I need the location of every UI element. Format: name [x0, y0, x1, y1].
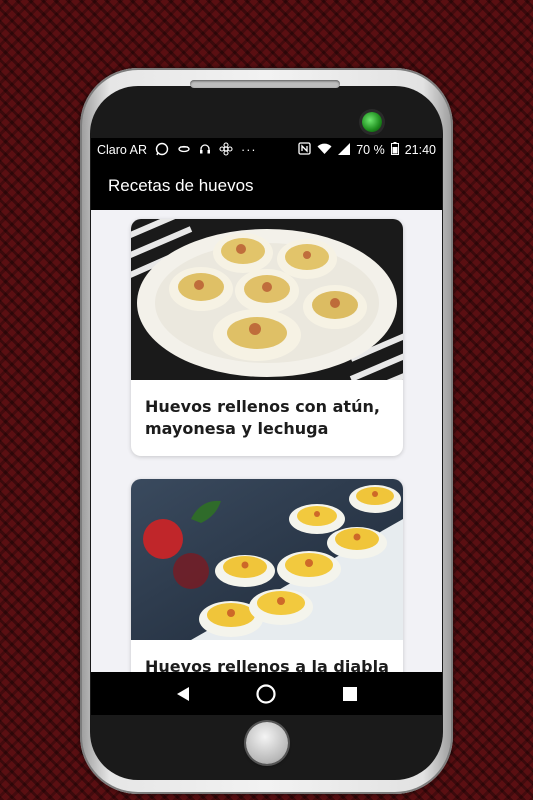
- recipe-card-2[interactable]: Huevos rellenos a la diabla: [131, 479, 403, 672]
- wifi-icon: [317, 143, 332, 158]
- recents-button[interactable]: [330, 674, 370, 714]
- more-icon: ···: [241, 143, 257, 157]
- physical-home-button[interactable]: [246, 722, 288, 764]
- recipe-card-1[interactable]: Huevos rellenos con atún, mayonesa y lec…: [131, 219, 403, 456]
- recents-icon: [343, 686, 358, 701]
- status-bar: Claro AR ··· 70 % 21:40: [91, 138, 442, 162]
- nfc-icon: [298, 142, 311, 158]
- home-nav-button[interactable]: [246, 674, 286, 714]
- app-bar: Recetas de huevos: [91, 162, 442, 210]
- settings-icon: [219, 141, 233, 159]
- signal-icon: [338, 142, 351, 158]
- home-icon: [256, 683, 277, 704]
- navigation-bar: [91, 672, 442, 715]
- clock: 21:40: [404, 143, 436, 157]
- app-title: Recetas de huevos: [108, 176, 254, 195]
- back-button[interactable]: [163, 674, 203, 714]
- phone-screen: Claro AR ··· 70 % 21:40 Recetas de huevo…: [91, 138, 442, 715]
- recipe-photo-1: [131, 219, 403, 380]
- recipe-list[interactable]: Huevos rellenos con atún, mayonesa y lec…: [91, 210, 442, 672]
- recipe-title-1: Huevos rellenos con atún, mayonesa y lec…: [145, 397, 380, 438]
- whatsapp-icon: [155, 142, 169, 159]
- front-camera: [362, 112, 382, 132]
- back-icon: [176, 686, 189, 701]
- headphones-icon: [199, 143, 211, 158]
- carrier-label: Claro AR: [97, 143, 148, 157]
- earpiece-speaker: [190, 80, 340, 88]
- bluetooth-headset-icon: [177, 143, 191, 158]
- battery-label: 70 %: [356, 143, 385, 157]
- battery-icon: [390, 142, 399, 158]
- recipe-title-2: Huevos rellenos a la diabla: [145, 657, 389, 672]
- recipe-photo-2: [131, 479, 403, 640]
